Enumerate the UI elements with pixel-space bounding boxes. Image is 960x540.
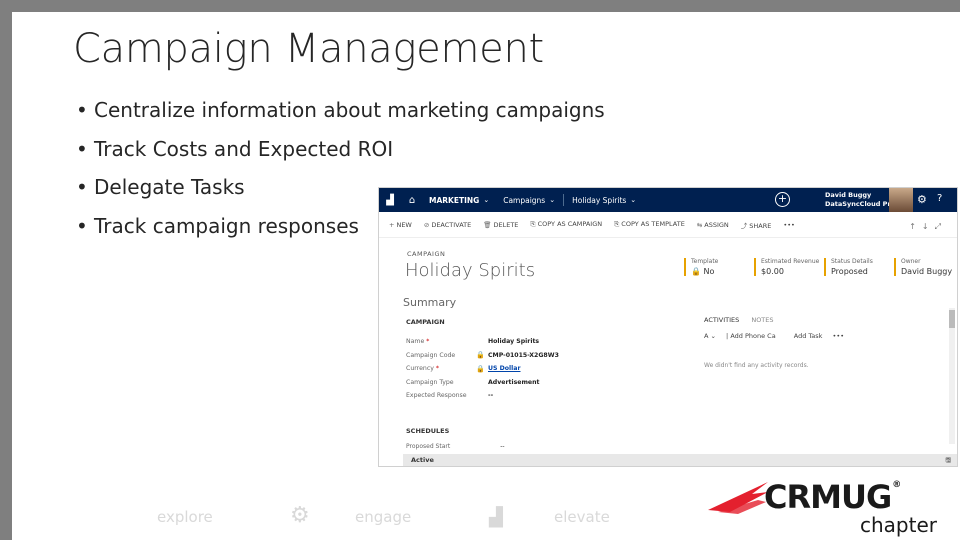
assign-button[interactable]: ⇆ ASSIGN [697,221,729,229]
create-icon[interactable]: + [775,192,790,207]
delete-button[interactable]: 🗑 DELETE [483,221,518,229]
record-nav-arrows[interactable]: ↑↓⤢ [909,222,947,232]
nav-record[interactable]: Holiday Spirits [572,196,626,205]
user-info[interactable]: David Buggy DataSyncCloud Pr... [825,191,897,209]
field-name[interactable]: Name * Holiday Spirits [406,335,559,349]
avatar[interactable] [889,188,913,212]
filter-dropdown[interactable]: A ⌄ [704,332,716,340]
crm-screenshot: ▟ ⌂ MARKETING ⌄ Campaigns ⌄ Holiday Spir… [379,188,957,466]
home-icon[interactable]: ⌂ [401,195,423,206]
field-currency[interactable]: Currency * 🔒 US Dollar [406,362,559,376]
copy-as-template-button[interactable]: ⎘ COPY AS TEMPLATE [614,220,685,229]
save-icon[interactable]: 🖫 [945,454,951,466]
add-task-button[interactable]: Add Task [794,332,823,340]
dynamics-logo-icon[interactable]: ▟ [379,195,401,206]
copy-as-campaign-button[interactable]: ⎘ COPY AS CAMPAIGN [530,220,602,229]
section-heading-schedules: SCHEDULES [406,427,450,435]
slide: Campaign Management • Centralize informat… [12,12,960,540]
logo-subtext: chapter [860,513,937,537]
nav-separator [563,194,565,206]
more-commands-button[interactable]: ••• [783,221,795,229]
user-name: David Buggy [825,191,872,199]
field-campaign-code[interactable]: Campaign Code 🔒 CMP-01015-X2G8W3 [406,349,559,363]
command-bar: + NEW ⊘ DEACTIVATE 🗑 DELETE ⎘ COPY AS CAMPAI… [379,212,957,238]
section-heading-campaign: CAMPAIGN [406,318,445,326]
header-field-status[interactable]: Status Details Proposed [824,258,884,276]
lock-icon: 🔒 [476,364,485,373]
chevron-down-icon[interactable]: ⌄ [483,196,489,204]
more-icon[interactable]: ••• [833,332,845,340]
record-title: Holiday Spirits [405,260,536,281]
gear-icon: ⚙ [290,503,310,528]
activities-panel: ACTIVITIES NOTES A ⌄ | Add Phone Ca Add … [704,316,852,369]
footer-engage: engage [355,508,412,526]
tab-activities[interactable]: ACTIVITIES [704,316,739,324]
scrollbar[interactable] [949,308,955,444]
nav-area[interactable]: MARKETING [429,196,479,205]
new-button[interactable]: + NEW [389,221,412,229]
entity-type-label: CAMPAIGN [407,250,446,258]
record-status: Active [411,456,434,464]
logo-wordmark: CRMUG® [764,478,901,516]
footer-explore: explore [157,508,213,526]
footer-elevate: elevate [554,508,610,526]
status-bar: Active 🖫 [403,454,957,466]
logo-swoosh-icon [708,482,768,514]
user-org: DataSyncCloud Pr... [825,200,898,208]
header-fields: Template 🔒 No Estimated Revenue $0.00 St… [684,258,957,276]
scrollbar-thumb[interactable] [949,310,955,328]
slide-title: Campaign Management [73,26,544,72]
field-proposed-start[interactable]: Proposed Start -- [406,443,505,450]
field-campaign-type[interactable]: Campaign Type Advertisement [406,376,559,390]
header-field-template[interactable]: Template 🔒 No [684,258,744,276]
header-field-owner[interactable]: Owner David Buggy [894,258,954,276]
chevron-down-icon[interactable]: ⌄ [549,196,555,204]
nav-entity[interactable]: Campaigns [503,196,545,205]
lock-icon: 🔒 [691,267,701,276]
header-field-revenue[interactable]: Estimated Revenue $0.00 [754,258,819,276]
campaign-form: Name * Holiday Spirits Campaign Code 🔒 CMP-… [406,335,559,403]
deactivate-button[interactable]: ⊘ DEACTIVATE [424,221,471,229]
gear-icon[interactable]: ⚙ [917,193,927,206]
field-expected-response[interactable]: Expected Response -- [406,389,559,403]
chevron-down-icon[interactable]: ⌄ [630,196,636,204]
bullet-item: • Centralize information about marketing … [76,98,605,122]
crm-nav-bar: ▟ ⌂ MARKETING ⌄ Campaigns ⌄ Holiday Spir… [379,188,957,212]
lock-icon: 🔒 [476,351,485,360]
share-button[interactable]: ⤴ SHARE [741,220,772,230]
summary-tab[interactable]: Summary [403,296,456,309]
crmug-logo: CRMUG® chapter [708,476,958,540]
help-icon[interactable]: ? [937,193,942,204]
activities-empty-message: We didn't find any activity records. [704,362,809,369]
tab-notes[interactable]: NOTES [751,316,773,324]
bullet-item: • Track Costs and Expected ROI [76,136,394,161]
add-phone-call-button[interactable]: | Add Phone Ca [726,332,784,340]
puzzle-icon: ▟ [489,507,503,528]
